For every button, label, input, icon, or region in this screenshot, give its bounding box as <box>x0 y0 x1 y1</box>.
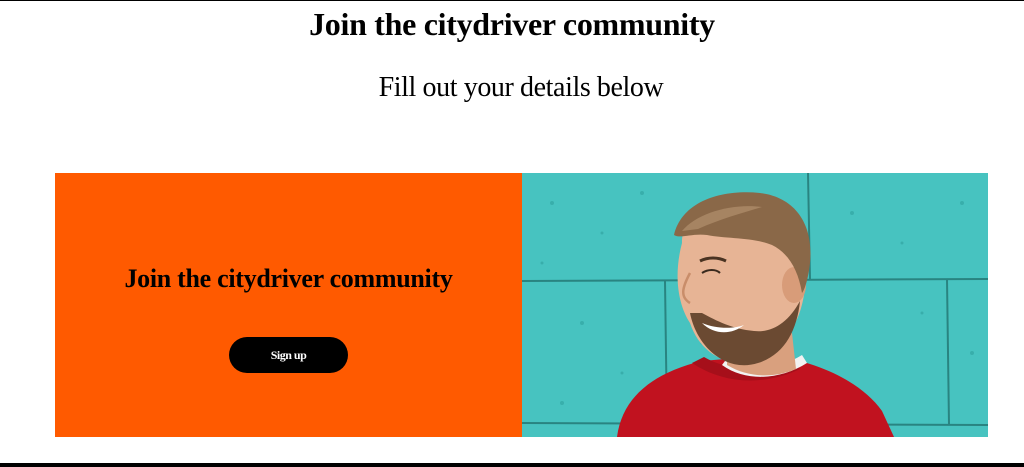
top-divider <box>0 0 1024 1</box>
page-title: Join the citydriver community <box>309 6 715 42</box>
smiling-man-photo-icon <box>522 173 988 437</box>
sign-up-button[interactable]: Sign up <box>229 337 348 373</box>
promo-panel: Join the citydriver community Sign up <box>55 173 522 437</box>
promo-photo <box>522 173 988 437</box>
page-subtitle: Fill out your details below <box>378 72 664 103</box>
bottom-divider <box>0 463 1024 467</box>
signup-banner: Join the citydriver community Sign up <box>55 173 988 437</box>
promo-title: Join the citydriver community <box>124 264 453 293</box>
